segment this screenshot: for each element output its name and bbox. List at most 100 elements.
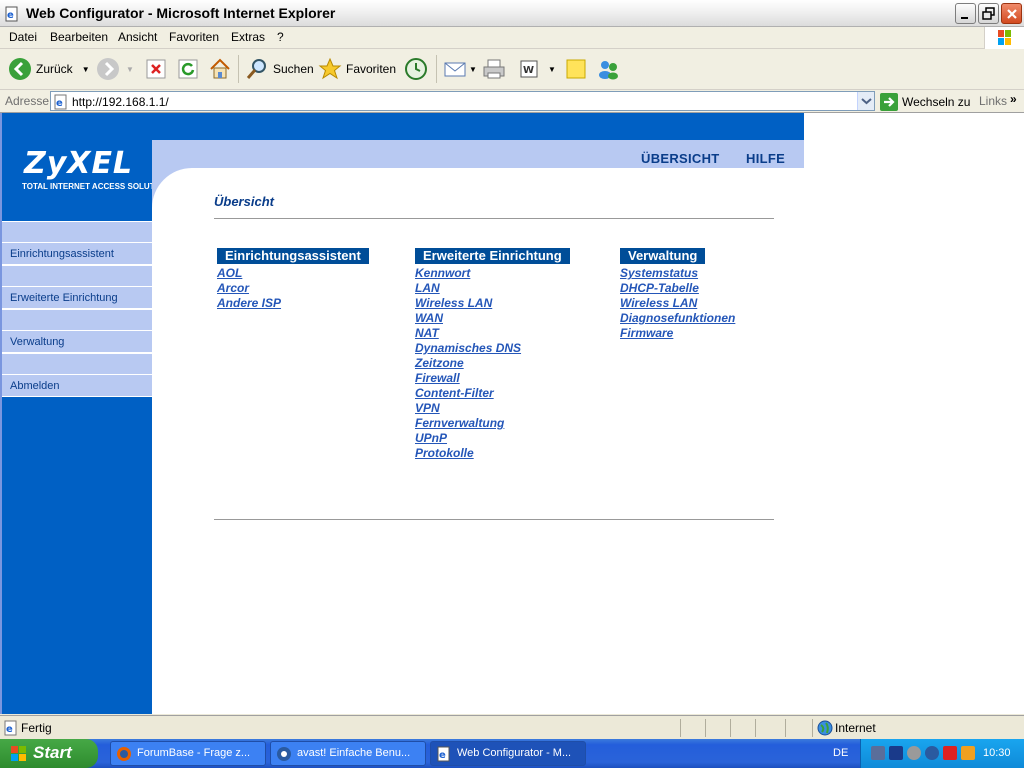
- home-button[interactable]: [208, 55, 232, 83]
- ie-page-icon: e: [5, 6, 18, 22]
- address-input[interactable]: e http://192.168.1.1/: [50, 91, 875, 111]
- print-button[interactable]: [482, 55, 506, 83]
- sidebar-item-erweiterte-einrichtung[interactable]: Erweiterte Einrichtung: [2, 287, 152, 309]
- page-title: Übersicht: [214, 194, 274, 209]
- link-upnp[interactable]: UPnP: [415, 431, 521, 446]
- toolbar-separator: [436, 55, 437, 83]
- mail-dropdown-icon[interactable]: ▼: [469, 65, 477, 74]
- restore-button[interactable]: [978, 3, 999, 24]
- messenger-button[interactable]: [597, 55, 621, 83]
- sticky-note-icon: [566, 59, 586, 79]
- task-web-configurator[interactable]: e Web Configurator - M...: [430, 741, 586, 766]
- close-button[interactable]: [1001, 3, 1022, 24]
- minimize-icon: [961, 17, 968, 19]
- menu-favoriten[interactable]: Favoriten: [169, 30, 219, 44]
- avast-tray-icon[interactable]: [925, 746, 939, 760]
- link-arcor[interactable]: Arcor: [217, 281, 281, 296]
- start-button[interactable]: Start: [0, 739, 98, 768]
- clock: 10:30: [983, 747, 1011, 759]
- menu-extras[interactable]: Extras: [231, 30, 265, 44]
- mail-button[interactable]: ▼: [443, 55, 477, 83]
- link-aol[interactable]: AOL: [217, 266, 281, 281]
- pencil-icon[interactable]: [961, 746, 975, 760]
- sidebar-item-abmelden[interactable]: Abmelden: [2, 375, 152, 397]
- network-icon[interactable]: [871, 746, 885, 760]
- nav-help[interactable]: HILFE: [746, 151, 785, 166]
- task-forumbase[interactable]: ForumBase - Frage z...: [110, 741, 266, 766]
- task-avast[interactable]: avast! Einfache Benu...: [270, 741, 426, 766]
- link-zeitzone[interactable]: Zeitzone: [415, 356, 521, 371]
- link-kennwort[interactable]: Kennwort: [415, 266, 521, 281]
- back-dropdown-icon[interactable]: ▼: [82, 65, 90, 74]
- back-button[interactable]: Zurück ▼: [8, 55, 90, 83]
- link-protokolle[interactable]: Protokolle: [415, 446, 521, 461]
- column-links: AOL Arcor Andere ISP: [217, 266, 281, 311]
- edit-dropdown-icon[interactable]: ▼: [548, 65, 556, 74]
- status-bar: e Fertig Internet: [0, 715, 1024, 739]
- menu-bearbeiten[interactable]: Bearbeiten: [50, 30, 108, 44]
- status-divider: [812, 719, 813, 737]
- chevron-right-icon[interactable]: »: [1010, 92, 1017, 106]
- chevron-down-icon: [861, 98, 872, 105]
- links-label[interactable]: Links: [979, 94, 1007, 108]
- star-icon: [318, 57, 342, 80]
- link-lan[interactable]: LAN: [415, 281, 521, 296]
- edit-button[interactable]: W ▼: [518, 55, 556, 83]
- address-url: http://192.168.1.1/: [72, 95, 169, 109]
- notes-button[interactable]: [564, 55, 588, 83]
- forward-arrow-icon: [97, 58, 119, 80]
- link-content-filter[interactable]: Content-Filter: [415, 386, 521, 401]
- forward-button[interactable]: ▼: [96, 55, 134, 83]
- menu-datei[interactable]: Datei: [9, 30, 37, 44]
- sidebar: Einrichtungsassistent Erweiterte Einrich…: [2, 221, 152, 714]
- link-systemstatus[interactable]: Systemstatus: [620, 266, 735, 281]
- taskbar: Start ForumBase - Frage z... avast! Einf…: [0, 739, 1024, 768]
- link-firewall[interactable]: Firewall: [415, 371, 521, 386]
- top-nav: ÜBERSICHT HILFE: [152, 140, 804, 168]
- go-button[interactable]: Wechseln zu: [880, 92, 970, 111]
- sidebar-item-einrichtungsassistent[interactable]: Einrichtungsassistent: [2, 243, 152, 265]
- address-dropdown-button[interactable]: [857, 92, 874, 110]
- menu-help[interactable]: ?: [277, 30, 284, 44]
- sidebar-item-verwaltung[interactable]: Verwaltung: [2, 331, 152, 353]
- firefox-icon: [117, 747, 131, 761]
- close-icon: [1007, 9, 1017, 19]
- home-icon: [210, 58, 230, 79]
- browser-icon: [277, 747, 291, 761]
- minimize-button[interactable]: [955, 3, 976, 24]
- history-icon: [405, 58, 427, 80]
- menu-ansicht[interactable]: Ansicht: [118, 30, 157, 44]
- link-wireless-lan[interactable]: Wireless LAN: [415, 296, 521, 311]
- link-dhcp-tabelle[interactable]: DHCP-Tabelle: [620, 281, 735, 296]
- search-button[interactable]: Suchen: [245, 55, 314, 83]
- link-wireless-lan-status[interactable]: Wireless LAN: [620, 296, 735, 311]
- favorites-button[interactable]: Favoriten: [318, 55, 396, 83]
- link-andere-isp[interactable]: Andere ISP: [217, 296, 281, 311]
- link-wan[interactable]: WAN: [415, 311, 521, 326]
- link-firmware[interactable]: Firmware: [620, 326, 735, 341]
- disk-icon[interactable]: [907, 746, 921, 760]
- sidebar-spacer: [2, 221, 152, 243]
- go-arrow-icon: [880, 92, 898, 111]
- windows-flag-icon: [11, 746, 26, 761]
- address-bar: Adresse e http://192.168.1.1/ Wechseln z…: [0, 90, 1024, 113]
- antivir-icon[interactable]: [943, 746, 957, 760]
- link-dynamisches-dns[interactable]: Dynamisches DNS: [415, 341, 521, 356]
- link-diagnosefunktionen[interactable]: Diagnosefunktionen: [620, 311, 735, 326]
- refresh-button[interactable]: [177, 55, 199, 83]
- column-heading: Verwaltung: [620, 248, 706, 264]
- media-icon[interactable]: [889, 746, 903, 760]
- link-vpn[interactable]: VPN: [415, 401, 521, 416]
- window-title: Web Configurator - Microsoft Internet Ex…: [26, 5, 336, 21]
- svg-text:e: e: [6, 724, 13, 735]
- nav-overview[interactable]: ÜBERSICHT: [641, 151, 720, 166]
- language-indicator[interactable]: DE: [833, 747, 848, 759]
- menu-bar: Datei Bearbeiten Ansicht Favoriten Extra…: [0, 27, 1024, 49]
- messenger-icon: [599, 61, 618, 80]
- link-nat[interactable]: NAT: [415, 326, 521, 341]
- stop-button[interactable]: [145, 55, 167, 83]
- link-fernverwaltung[interactable]: Fernverwaltung: [415, 416, 521, 431]
- restore-icon: [982, 7, 995, 20]
- history-button[interactable]: [404, 55, 428, 83]
- windows-flag-icon: [998, 30, 1011, 45]
